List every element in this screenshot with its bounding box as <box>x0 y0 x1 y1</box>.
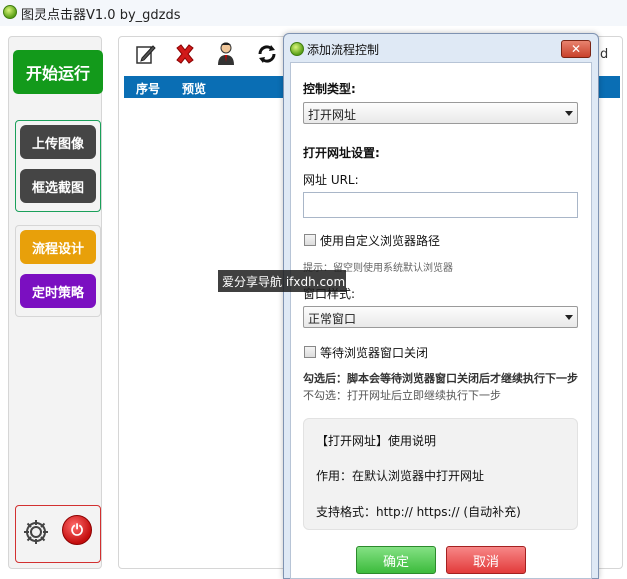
window-style-value: 正常窗口 <box>308 312 357 326</box>
upload-image-button[interactable]: 上传图像 <box>20 125 96 159</box>
chevron-down-icon <box>565 111 573 116</box>
column-header-index: 序号 <box>136 82 161 96</box>
chevron-down-icon <box>565 315 573 320</box>
control-type-label: 控制类型: <box>303 82 356 96</box>
watermark: 爱分享导航 ifxdh.com <box>218 270 346 292</box>
flow-design-button[interactable]: 流程设计 <box>20 230 96 264</box>
truncated-text: d <box>600 47 609 62</box>
wait-checked-note: 勾选后：脚本会等待浏览器窗口关闭后才继续执行下一步 <box>303 372 578 385</box>
control-type-value: 打开网址 <box>308 108 357 122</box>
refresh-icon[interactable] <box>255 42 279 66</box>
gear-icon[interactable] <box>22 518 50 546</box>
cancel-button[interactable]: 取消 <box>446 546 526 574</box>
start-button[interactable]: 开始运行 <box>13 50 103 94</box>
ok-button[interactable]: 确定 <box>356 546 436 574</box>
info-format: 支持格式：http:// https:// (自动补充) <box>316 505 521 519</box>
app-logo-icon <box>3 5 17 19</box>
wait-close-checkbox[interactable] <box>304 346 316 358</box>
column-header-preview: 预览 <box>182 82 207 96</box>
info-usage: 作用：在默认浏览器中打开网址 <box>316 469 485 483</box>
crop-screenshot-button[interactable]: 框选截图 <box>20 169 96 203</box>
dialog-logo-icon <box>290 42 304 56</box>
control-type-select[interactable]: 打开网址 <box>303 102 578 124</box>
info-title: 【打开网址】使用说明 <box>316 434 437 448</box>
power-icon[interactable]: ⏻ <box>62 515 92 545</box>
edit-icon[interactable] <box>134 42 158 66</box>
section-title: 打开网址设置: <box>303 146 380 160</box>
usage-info-box: 【打开网址】使用说明 作用：在默认浏览器中打开网址 支持格式：http:// h… <box>303 418 578 530</box>
window-title: 图灵点击器V1.0 by_gdzds <box>21 8 181 23</box>
custom-browser-label: 使用自定义浏览器路径 <box>320 234 441 248</box>
delete-icon[interactable] <box>173 42 197 66</box>
wait-close-label: 等待浏览器窗口关闭 <box>320 346 429 360</box>
url-input[interactable] <box>303 192 578 218</box>
url-label: 网址 URL: <box>303 173 359 187</box>
window-style-select[interactable]: 正常窗口 <box>303 306 578 328</box>
user-icon[interactable] <box>214 42 238 66</box>
title-bar: 图灵点击器V1.0 by_gdzds <box>0 0 627 27</box>
schedule-button[interactable]: 定时策略 <box>20 274 96 308</box>
wait-unchecked-note: 不勾选：打开网址后立即继续执行下一步 <box>303 389 501 402</box>
custom-browser-checkbox[interactable] <box>304 234 316 246</box>
close-button[interactable]: ✕ <box>561 40 591 58</box>
dialog-title: 添加流程控制 <box>307 43 380 57</box>
